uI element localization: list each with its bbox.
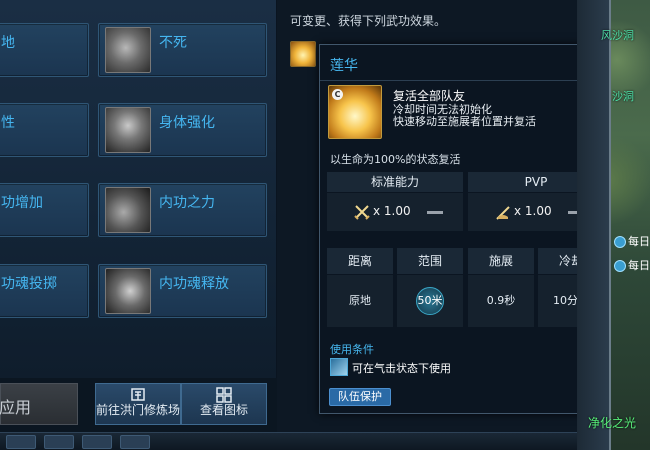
standard-multiplier: x 1.00	[373, 204, 411, 218]
skill-name: 地	[1, 35, 15, 51]
daily-icon	[614, 260, 626, 272]
divider	[320, 80, 610, 81]
daily-button[interactable]: 每日	[614, 257, 650, 273]
hotbar-slot[interactable]	[82, 435, 112, 449]
view-icons-button[interactable]: 查看图标	[181, 383, 267, 425]
lotus-icon[interactable]	[290, 41, 316, 67]
skill-name: 性	[1, 115, 15, 131]
lotus-icon: C	[328, 85, 382, 139]
skill-tooltip: 莲华 C 复活全部队友 冷却时间无法初始化 快速移动至施展者位置并复活 以生命为…	[319, 44, 611, 414]
skill-card[interactable]: 不死	[98, 23, 267, 77]
pvp-multiplier: x 1.00	[514, 204, 552, 218]
map-label: 风沙洞	[601, 29, 634, 42]
range-indicator: 50米	[416, 287, 444, 315]
skill-name: 功魂投掷	[1, 276, 57, 292]
daily-icon	[614, 236, 626, 248]
tooltip-effect: 以生命为100%的状态复活	[330, 153, 461, 166]
skill-card[interactable]: 身体强化	[98, 103, 267, 157]
skill-card[interactable]: 内功魂释放	[98, 264, 267, 318]
skill-name: 内功之力	[159, 195, 215, 211]
grid-value-cast: 0.9秒	[468, 275, 534, 327]
daily-button[interactable]: 每日	[614, 233, 650, 249]
standard-ability-value: x 1.00	[327, 193, 463, 231]
apply-button[interactable]: 应用	[0, 383, 78, 425]
condition-text: 可在气击状态下使用	[352, 362, 451, 375]
buff-label: 净化之光	[588, 416, 637, 430]
hotbar-slot[interactable]	[6, 435, 36, 449]
sword-icon	[354, 205, 370, 220]
hotbar-strip	[0, 432, 577, 450]
pvp-icon	[496, 206, 510, 220]
tooltip-subline: 快速移动至施展者位置并复活	[393, 115, 536, 128]
grade-badge: C	[332, 89, 343, 100]
team-protect-badge: 队伍保护	[329, 388, 391, 406]
dash	[427, 211, 443, 214]
condition-icon	[330, 358, 348, 376]
standard-ability-header: 标准能力	[327, 172, 463, 192]
intro-text: 可变更、获得下列武功效果。	[290, 14, 447, 28]
skill-card[interactable]: 功增加	[0, 183, 89, 237]
game-world-view	[577, 0, 650, 450]
daily-label: 每日	[628, 235, 650, 248]
hotbar-slot[interactable]	[120, 435, 150, 449]
skill-name: 功增加	[1, 195, 43, 211]
skill-name: 不死	[159, 35, 187, 51]
skill-icon	[105, 187, 151, 233]
skill-icon	[105, 27, 151, 73]
view-icons-button-label: 查看图标	[199, 403, 248, 417]
map-label: 沙洞	[612, 90, 634, 103]
skill-name: 身体强化	[159, 115, 215, 131]
grid-value-range: 50米	[397, 275, 463, 327]
grid-header-range: 范围	[397, 248, 463, 274]
grid-header-cast: 施展	[468, 248, 534, 274]
skill-card[interactable]: 性	[0, 103, 89, 157]
tooltip-title: 莲华	[330, 58, 358, 74]
skill-card[interactable]: 地	[0, 23, 89, 77]
skill-name: 内功魂释放	[159, 276, 229, 292]
training-ground-button[interactable]: 前往洪门修炼场	[95, 383, 181, 425]
skill-grid-panel: 地 不死 性 身体强化 功增加 内功之力 功魂投掷 内功魂释放	[0, 0, 277, 378]
skill-icon	[105, 107, 151, 153]
skill-card[interactable]: 功魂投掷	[0, 264, 89, 318]
training-button-label: 前往洪门修炼场	[96, 403, 181, 417]
skill-card[interactable]: 内功之力	[98, 183, 267, 237]
hotbar-slot[interactable]	[44, 435, 74, 449]
daily-label: 每日	[628, 259, 650, 272]
grid-value-distance: 原地	[327, 275, 393, 327]
window-frame	[577, 0, 611, 450]
skill-icon	[105, 268, 151, 314]
grid-header-distance: 距离	[327, 248, 393, 274]
condition-title: 使用条件	[330, 343, 374, 356]
apply-button-label: 应用	[0, 398, 32, 417]
